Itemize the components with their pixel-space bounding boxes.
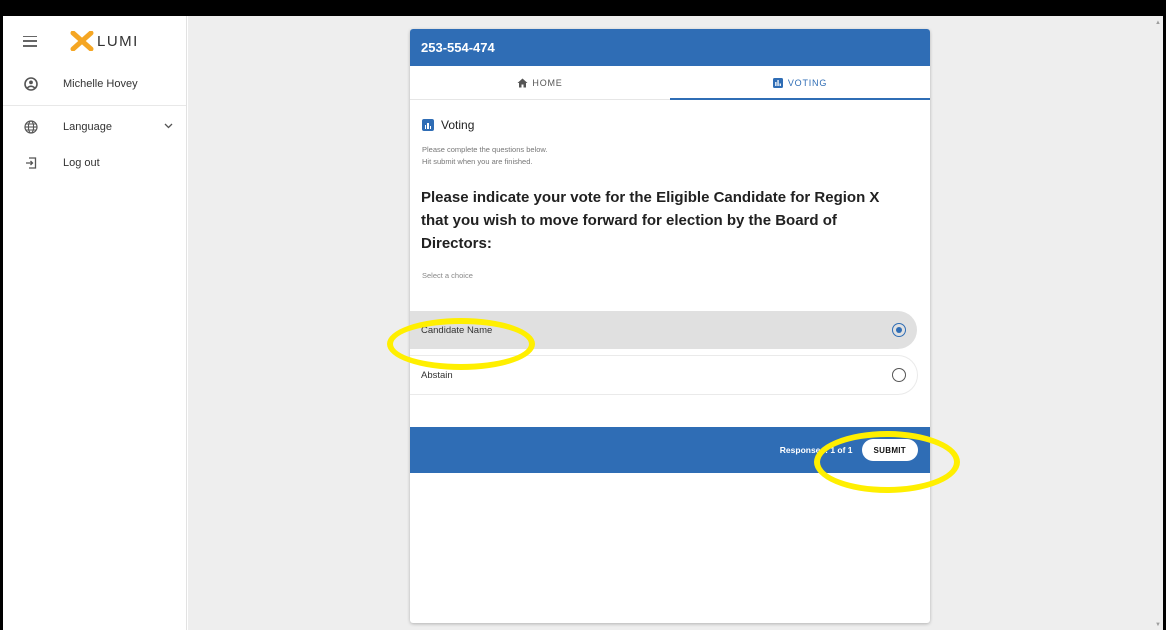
radio-selected-icon[interactable] bbox=[892, 323, 906, 337]
lumi-logo: LUMI bbox=[70, 31, 139, 51]
instruction-line: Please complete the questions below. bbox=[422, 145, 548, 154]
radio-unselected-icon[interactable] bbox=[892, 368, 906, 382]
sidebar: LUMI Michelle Hovey Language Log out bbox=[3, 16, 187, 630]
option-label: Candidate Name bbox=[421, 324, 493, 336]
scroll-down-icon[interactable]: ▼ bbox=[1155, 622, 1161, 628]
app-window: LUMI Michelle Hovey Language Log out 253… bbox=[3, 16, 1163, 630]
sidebar-item-label: Michelle Hovey bbox=[63, 78, 138, 90]
section-title-text: Voting bbox=[441, 118, 475, 132]
scroll-up-icon[interactable]: ▲ bbox=[1155, 20, 1161, 26]
globe-icon bbox=[23, 119, 39, 135]
tab-voting-label: VOTING bbox=[787, 77, 828, 88]
main-content: 253-554-474 HOME VOTING Voting Please co… bbox=[188, 16, 1163, 630]
question-text: Please indicate your vote for the Eligib… bbox=[421, 189, 880, 252]
lumi-logo-mark-icon bbox=[70, 31, 94, 51]
bar-chart-icon bbox=[773, 77, 784, 88]
sidebar-item-language[interactable]: Language bbox=[3, 109, 186, 145]
brand-name: LUMI bbox=[97, 32, 139, 50]
sidebar-divider bbox=[3, 105, 186, 106]
sidebar-item-user[interactable]: Michelle Hovey bbox=[3, 66, 186, 102]
submit-bar: Responses: 1 of 1 SUBMIT bbox=[410, 427, 930, 473]
submit-button[interactable]: SUBMIT bbox=[861, 439, 918, 461]
chevron-down-icon[interactable] bbox=[164, 121, 173, 132]
sidebar-item-label: Language bbox=[63, 121, 112, 133]
select-hint: Select a choice bbox=[422, 271, 473, 280]
home-icon bbox=[517, 78, 528, 88]
tab-home[interactable]: HOME bbox=[410, 66, 670, 99]
voting-card: 253-554-474 HOME VOTING Voting Please co… bbox=[410, 29, 930, 623]
tab-bar: HOME VOTING bbox=[410, 66, 930, 100]
meeting-id-header: 253-554-474 bbox=[410, 29, 930, 66]
tab-home-label: HOME bbox=[532, 77, 563, 88]
account-circle-icon bbox=[23, 76, 39, 92]
instruction-line: Hit submit when you are finished. bbox=[422, 157, 533, 166]
tab-voting[interactable]: VOTING bbox=[670, 66, 930, 99]
logout-icon bbox=[23, 155, 39, 171]
option-candidate-name[interactable]: Candidate Name bbox=[410, 311, 917, 349]
option-label: Abstain bbox=[421, 369, 453, 381]
hamburger-menu-icon[interactable] bbox=[23, 35, 37, 47]
scrollbar[interactable]: ▲ ▼ bbox=[1153, 16, 1163, 630]
instructions: Please complete the questions below. Hit… bbox=[422, 144, 930, 168]
option-abstain[interactable]: Abstain bbox=[410, 356, 917, 394]
responses-count: Responses: 1 of 1 bbox=[779, 445, 853, 455]
sidebar-item-label: Log out bbox=[63, 157, 100, 169]
brand-row: LUMI bbox=[3, 16, 186, 66]
bar-chart-icon bbox=[422, 119, 434, 131]
section-title: Voting bbox=[422, 118, 930, 132]
sidebar-item-logout[interactable]: Log out bbox=[3, 145, 186, 181]
